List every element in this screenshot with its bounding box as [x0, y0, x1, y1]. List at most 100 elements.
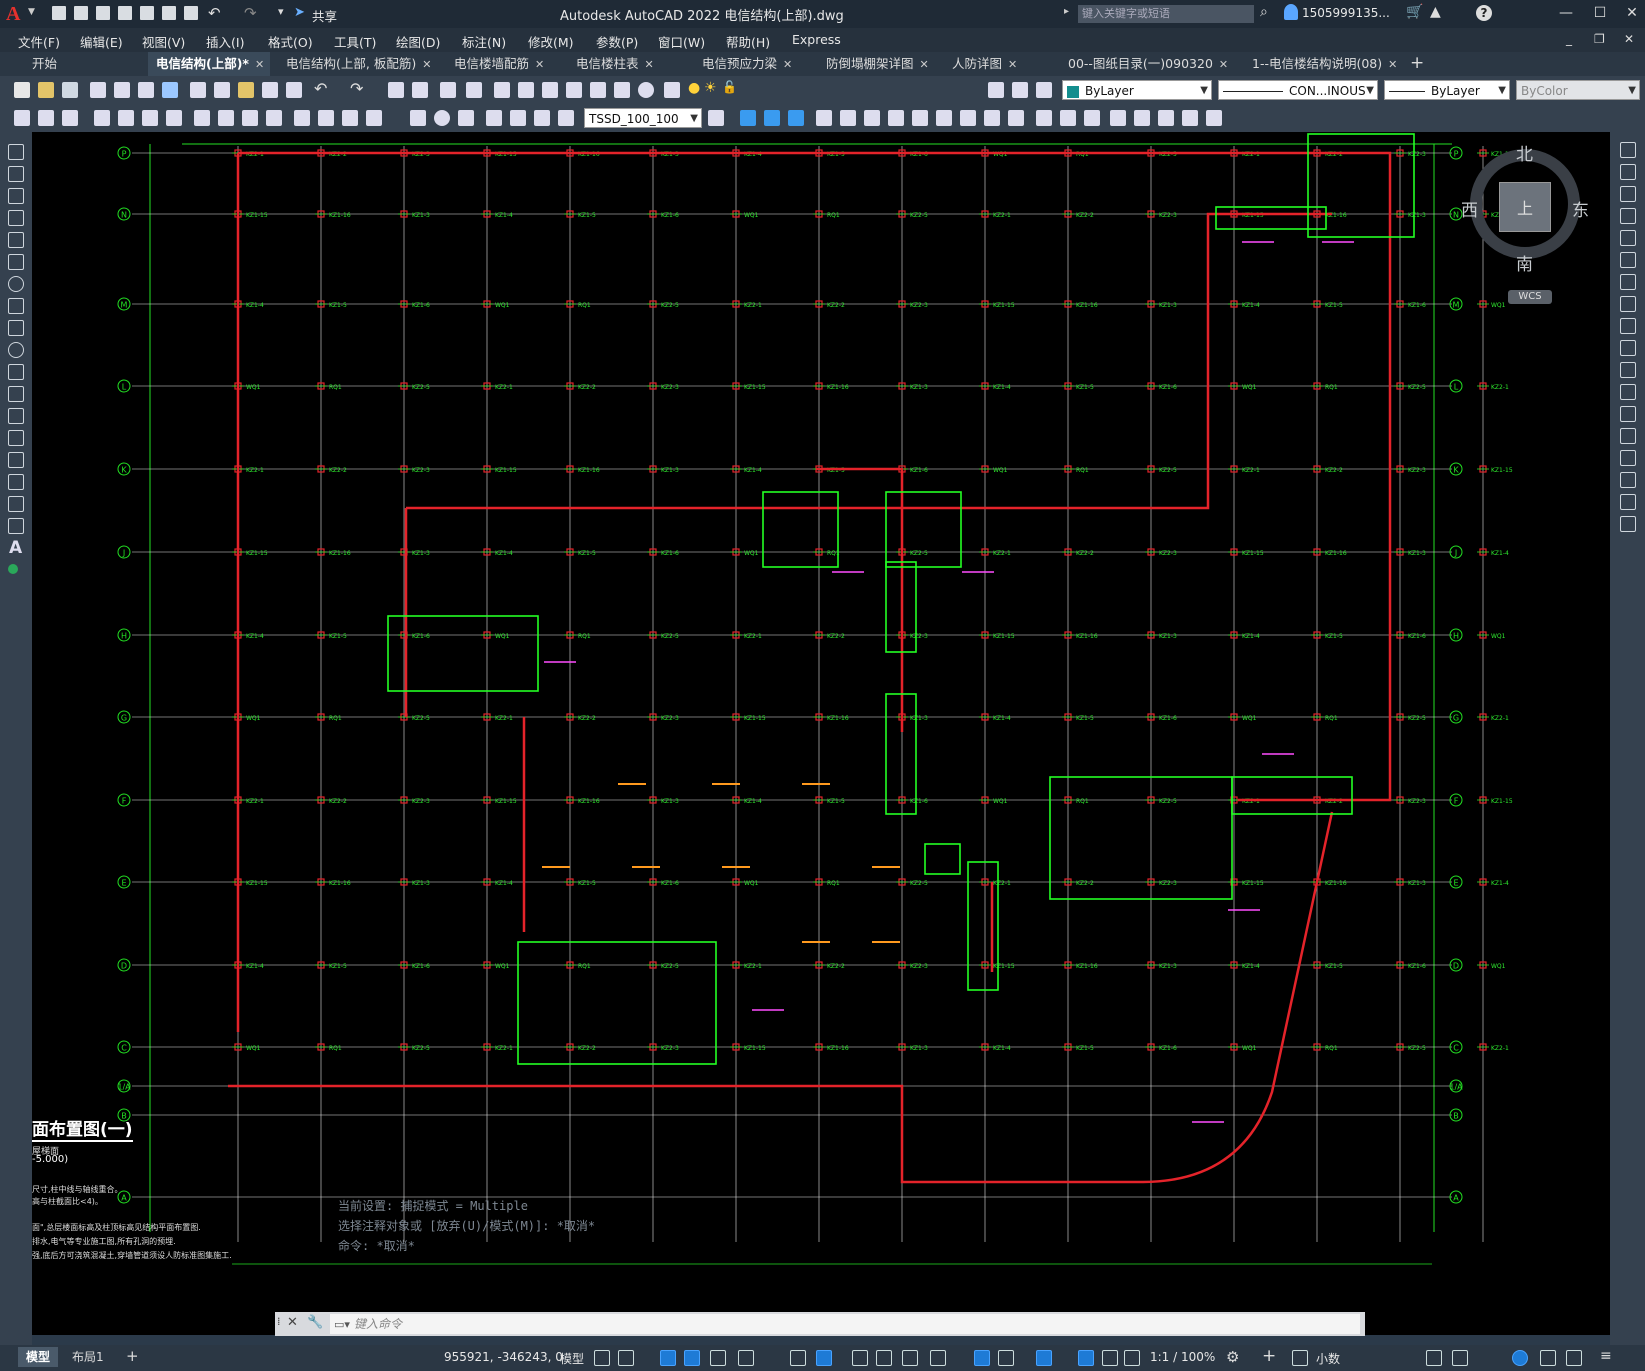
- properties-icon[interactable]: [494, 82, 510, 98]
- join-icon[interactable]: [1620, 428, 1636, 444]
- presspull-icon[interactable]: [1084, 110, 1100, 126]
- coordinate-readout[interactable]: 955921, -346243, 0: [444, 1350, 563, 1364]
- hatch-icon[interactable]: [8, 452, 24, 468]
- compass-west[interactable]: 西: [1461, 196, 1478, 221]
- sheet-set-icon[interactable]: [566, 82, 582, 98]
- add-layout-button[interactable]: +: [126, 1347, 139, 1365]
- user-account[interactable]: 1505999135...: [1302, 6, 1390, 20]
- rotate-icon[interactable]: [1620, 274, 1636, 290]
- explode-icon[interactable]: [1620, 516, 1636, 532]
- annotation-monitor-icon[interactable]: +: [1262, 1346, 1276, 1366]
- dim-text-edit-icon[interactable]: [510, 110, 526, 126]
- region-icon[interactable]: [8, 496, 24, 512]
- menu-view[interactable]: 视图(V): [142, 32, 185, 51]
- break-at-point-icon[interactable]: [1620, 384, 1636, 400]
- layer-state-icon[interactable]: [1036, 82, 1052, 98]
- arc-length-icon[interactable]: [142, 110, 158, 126]
- plot-icon[interactable]: [90, 82, 106, 98]
- blend-curves-icon[interactable]: [1620, 494, 1636, 510]
- move-icon[interactable]: [1620, 252, 1636, 268]
- layer-lock-icon[interactable]: 🔓: [722, 80, 737, 94]
- break-icon[interactable]: [1620, 406, 1636, 422]
- linear-dim-icon[interactable]: [94, 110, 110, 126]
- layer-on-icon[interactable]: ●: [688, 80, 700, 96]
- auto-scale-icon[interactable]: [1102, 1350, 1118, 1366]
- close-icon[interactable]: ✕: [1219, 58, 1228, 71]
- continue-dim-icon[interactable]: [342, 110, 358, 126]
- selection-cycling-icon[interactable]: [902, 1350, 918, 1366]
- close-icon[interactable]: ✕: [783, 58, 792, 71]
- make-block-icon[interactable]: [38, 110, 54, 126]
- intersect-icon[interactable]: [1060, 110, 1076, 126]
- customize-icon[interactable]: 🔧: [307, 1315, 323, 1330]
- 3d-torus-icon[interactable]: [864, 110, 880, 126]
- menu-format[interactable]: 格式(O): [268, 32, 313, 51]
- offset-icon[interactable]: [1620, 208, 1636, 224]
- multiline-text-icon[interactable]: A: [9, 538, 22, 558]
- tab-drawing[interactable]: 防倒塌棚架详图 ✕: [818, 52, 944, 76]
- workspace-gear-icon[interactable]: ⚙: [1226, 1348, 1239, 1366]
- new-icon[interactable]: [14, 82, 30, 98]
- open-icon[interactable]: [38, 82, 54, 98]
- menu-express[interactable]: Express: [792, 32, 841, 47]
- ellipse-arc-icon[interactable]: [8, 364, 24, 380]
- infer-constraints-icon[interactable]: [660, 1350, 676, 1366]
- zoom-realtime-icon[interactable]: [412, 82, 428, 98]
- revision-cloud-icon[interactable]: [8, 298, 24, 314]
- transparency-icon[interactable]: [876, 1350, 892, 1366]
- dim-style-manager-icon[interactable]: [708, 110, 724, 126]
- save-web-icon[interactable]: [162, 6, 176, 20]
- 3d-sphere-icon[interactable]: [816, 110, 832, 126]
- layer-properties-icon[interactable]: [664, 82, 680, 98]
- close-icon[interactable]: ✕: [422, 58, 431, 71]
- design-center-icon[interactable]: [518, 82, 534, 98]
- compass-north[interactable]: 北: [1516, 140, 1533, 165]
- menu-edit[interactable]: 编辑(E): [80, 32, 123, 51]
- insert-block-icon[interactable]: [8, 386, 24, 402]
- structural-plan-drawing[interactable]: P PN NM ML LK KJ JH HG GF FE ED DC C1/A 1/AB BA AKZ2-1 K…: [32, 132, 1610, 1335]
- extend-icon[interactable]: [1620, 362, 1636, 378]
- customize-qat-icon[interactable]: ▾: [278, 5, 284, 18]
- quickcalc-icon[interactable]: [614, 82, 630, 98]
- app-menu-chevron-icon[interactable]: ▼: [28, 7, 35, 17]
- dimstyle-dropdown[interactable]: TSSD_100_100 ▼: [584, 108, 702, 128]
- aligned-dim-icon[interactable]: [118, 110, 134, 126]
- markup-icon[interactable]: [590, 82, 606, 98]
- close-icon[interactable]: ✕: [535, 58, 544, 71]
- radius-dim-icon[interactable]: [194, 110, 210, 126]
- ellipse-icon[interactable]: [8, 342, 24, 358]
- close-icon[interactable]: ✕: [1008, 58, 1017, 71]
- tab-drawing[interactable]: 电信楼柱表 ✕: [568, 52, 678, 76]
- 3d-dwf-icon[interactable]: [162, 82, 178, 98]
- undo-icon[interactable]: ↶: [314, 79, 327, 98]
- annotation-visibility-icon[interactable]: [1078, 1350, 1094, 1366]
- block-editor-icon[interactable]: [286, 82, 302, 98]
- save-icon[interactable]: [62, 82, 78, 98]
- 3d-osnap-icon[interactable]: [930, 1350, 946, 1366]
- menu-window[interactable]: 窗口(W): [658, 32, 705, 51]
- menu-insert[interactable]: 插入(I): [206, 32, 244, 51]
- sweep-icon[interactable]: [960, 110, 976, 126]
- recent-commands-icon[interactable]: ▭▾: [334, 1318, 350, 1331]
- search-icon[interactable]: ⌕: [1260, 4, 1268, 20]
- grid-icon[interactable]: [594, 1350, 610, 1366]
- jogged-dim-icon[interactable]: [218, 110, 234, 126]
- model-space-toggle[interactable]: 模型: [560, 1350, 584, 1367]
- inspect-icon[interactable]: [458, 110, 474, 126]
- arc-icon[interactable]: [8, 254, 24, 270]
- polyline-icon[interactable]: [8, 188, 24, 204]
- tab-model[interactable]: 模型: [18, 1347, 59, 1367]
- selection-filter-icon[interactable]: [998, 1350, 1014, 1366]
- 3d-wedge-icon[interactable]: [764, 110, 780, 126]
- object-snap-icon[interactable]: [816, 1350, 832, 1366]
- table-icon[interactable]: [8, 518, 24, 534]
- polar-tracking-icon[interactable]: [710, 1350, 726, 1366]
- ortho-icon[interactable]: [684, 1350, 700, 1366]
- tab-active-drawing[interactable]: 电信结构(上部)* ✕: [148, 52, 270, 76]
- plot-preview-icon[interactable]: [114, 82, 130, 98]
- tab-drawing[interactable]: 电信结构(上部, 板配筋) ✕: [278, 52, 438, 76]
- tool-palettes-icon[interactable]: [542, 82, 558, 98]
- menu-modify[interactable]: 修改(M): [528, 32, 574, 51]
- search-expand-icon[interactable]: ▸: [1064, 6, 1069, 17]
- angular-dim-icon[interactable]: [266, 110, 282, 126]
